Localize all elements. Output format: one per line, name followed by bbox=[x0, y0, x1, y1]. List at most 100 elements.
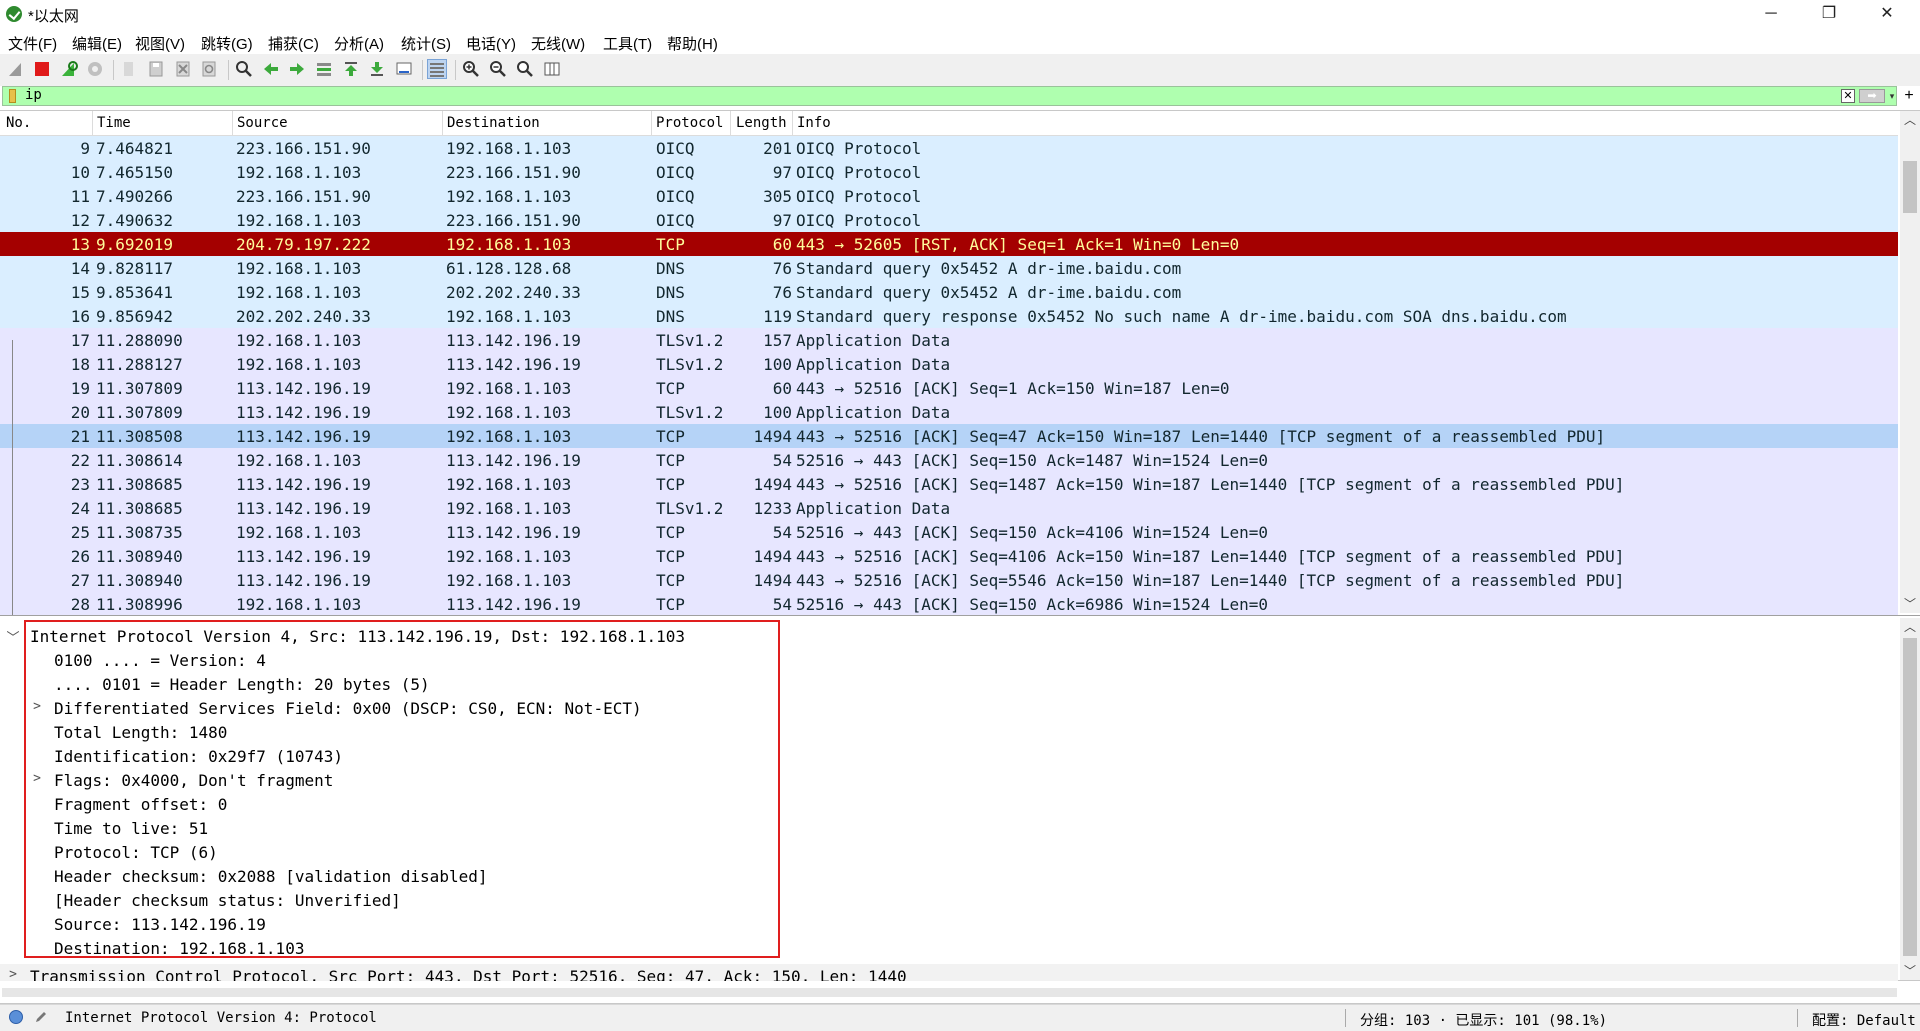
close-button[interactable]: ✕ bbox=[1858, 0, 1916, 28]
go-forward-icon[interactable] bbox=[288, 60, 306, 78]
detail-row[interactable]: ﹀ Internet Protocol Version 4, Src: 113.1… bbox=[0, 624, 1898, 648]
packet-row[interactable]: 25 11.308735 192.168.1.103 113.142.196.19 TC… bbox=[0, 520, 1898, 544]
menu-telephony[interactable]: 电话(Y) bbox=[466, 33, 516, 54]
open-file-icon[interactable] bbox=[120, 60, 138, 78]
collapse-arrow-icon[interactable]: ﹀ bbox=[6, 627, 20, 646]
detail-text: Time to live: 51 bbox=[54, 819, 209, 838]
packet-row[interactable]: 21 11.308508 113.142.196.19 192.168.1.103 TC… bbox=[0, 424, 1898, 448]
menu-go[interactable]: 跳转(G) bbox=[201, 33, 253, 54]
packet-row[interactable]: 24 11.308685 113.142.196.19 192.168.1.103 TL… bbox=[0, 496, 1898, 520]
scroll-thumb[interactable] bbox=[1903, 638, 1917, 956]
expand-arrow-icon[interactable]: > bbox=[30, 771, 44, 786]
column-length[interactable]: Length bbox=[736, 115, 787, 135]
packet-row[interactable]: 28 11.308996 192.168.1.103 113.142.196.19 TC… bbox=[0, 592, 1898, 615]
shark-fin-start-icon[interactable] bbox=[7, 60, 25, 78]
column-no[interactable]: No. bbox=[6, 115, 31, 135]
detail-row[interactable]: Total Length: 1480 bbox=[0, 720, 1898, 744]
go-last-icon[interactable] bbox=[368, 60, 386, 78]
detail-row[interactable]: Fragment offset: 0 bbox=[0, 792, 1898, 816]
add-filter-button[interactable]: + bbox=[1900, 86, 1918, 106]
detail-row[interactable]: Header checksum: 0x2088 [validation disa… bbox=[0, 864, 1898, 888]
packet-row[interactable]: 15 9.853641 192.168.1.103 202.202.240.33 DNS… bbox=[0, 280, 1898, 304]
column-protocol[interactable]: Protocol bbox=[656, 115, 723, 135]
minimize-button[interactable]: ─ bbox=[1742, 0, 1800, 28]
status-profile[interactable]: 配置: Default bbox=[1812, 1010, 1916, 1030]
packet-row[interactable]: 23 11.308685 113.142.196.19 192.168.1.103 TC… bbox=[0, 472, 1898, 496]
packet-row[interactable]: 10 7.465150 192.168.1.103 223.166.151.90 OIC… bbox=[0, 160, 1898, 184]
apply-filter-icon[interactable]: ➡ bbox=[1859, 89, 1885, 103]
column-info[interactable]: Info bbox=[797, 115, 831, 135]
details-scrollbar[interactable]: ︿ ﹀ bbox=[1900, 618, 1920, 980]
packet-row[interactable]: 19 11.307809 113.142.196.19 192.168.1.103 TC… bbox=[0, 376, 1898, 400]
detail-row[interactable]: Destination: 192.168.1.103 bbox=[0, 936, 1898, 960]
detail-row[interactable]: [Header checksum status: Unverified] bbox=[0, 888, 1898, 912]
restart-capture-icon[interactable] bbox=[60, 60, 78, 78]
packet-row[interactable]: 9 7.464821 223.166.151.90 192.168.1.103 OICQ… bbox=[0, 136, 1898, 160]
expand-arrow-icon[interactable]: > bbox=[6, 967, 20, 982]
packet-row[interactable]: 18 11.288127 192.168.1.103 113.142.196.19 TL… bbox=[0, 352, 1898, 376]
detail-row[interactable]: Identification: 0x29f7 (10743) bbox=[0, 744, 1898, 768]
go-first-icon[interactable] bbox=[342, 60, 360, 78]
reload-file-icon[interactable] bbox=[200, 60, 218, 78]
go-to-packet-icon[interactable] bbox=[315, 60, 333, 78]
resize-columns-icon[interactable] bbox=[543, 60, 561, 78]
edit-comment-icon[interactable] bbox=[34, 1010, 48, 1024]
column-time[interactable]: Time bbox=[97, 115, 131, 135]
detail-row[interactable]: Source: 113.142.196.19 bbox=[0, 912, 1898, 936]
auto-scroll-icon[interactable] bbox=[395, 60, 413, 78]
packet-row[interactable]: 11 7.490266 223.166.151.90 192.168.1.103 OIC… bbox=[0, 184, 1898, 208]
detail-row[interactable]: > Flags: 0x4000, Don't fragment bbox=[0, 768, 1898, 792]
filter-text[interactable]: ip bbox=[25, 87, 42, 103]
close-file-icon[interactable] bbox=[174, 60, 192, 78]
zoom-normal-icon[interactable] bbox=[516, 60, 534, 78]
menu-file[interactable]: 文件(F) bbox=[8, 33, 57, 54]
go-back-icon[interactable] bbox=[262, 60, 280, 78]
maximize-button[interactable]: ❐ bbox=[1800, 0, 1858, 28]
packet-row[interactable]: 13 9.692019 204.79.197.222 192.168.1.103 TCP… bbox=[0, 232, 1898, 256]
packet-row[interactable]: 26 11.308940 113.142.196.19 192.168.1.103 TC… bbox=[0, 544, 1898, 568]
column-destination[interactable]: Destination bbox=[447, 115, 540, 135]
menu-tools[interactable]: 工具(T) bbox=[603, 33, 652, 54]
stop-capture-icon[interactable] bbox=[33, 60, 51, 78]
detail-row[interactable]: Protocol: TCP (6) bbox=[0, 840, 1898, 864]
scroll-up-icon[interactable]: ︿ bbox=[1900, 618, 1920, 636]
scroll-up-icon[interactable]: ︿ bbox=[1900, 111, 1920, 129]
expert-info-icon[interactable] bbox=[9, 1010, 23, 1024]
menu-help[interactable]: 帮助(H) bbox=[667, 33, 718, 54]
bookmark-icon[interactable] bbox=[9, 89, 16, 103]
packet-row[interactable]: 22 11.308614 192.168.1.103 113.142.196.19 TC… bbox=[0, 448, 1898, 472]
packet-row[interactable]: 20 11.307809 113.142.196.19 192.168.1.103 TL… bbox=[0, 400, 1898, 424]
menu-edit[interactable]: 编辑(E) bbox=[72, 33, 122, 54]
detail-row[interactable]: Time to live: 51 bbox=[0, 816, 1898, 840]
packet-row[interactable]: 16 9.856942 202.202.240.33 192.168.1.103 DNS… bbox=[0, 304, 1898, 328]
menu-analyze[interactable]: 分析(A) bbox=[334, 33, 384, 54]
zoom-in-icon[interactable] bbox=[462, 60, 480, 78]
detail-row[interactable]: > Differentiated Services Field: 0x00 (DS… bbox=[0, 696, 1898, 720]
zoom-out-icon[interactable] bbox=[489, 60, 507, 78]
find-packet-icon[interactable] bbox=[235, 60, 253, 78]
capture-options-icon[interactable] bbox=[86, 60, 104, 78]
clear-filter-icon[interactable]: ✕ bbox=[1841, 89, 1855, 103]
packet-details: ﹀ Internet Protocol Version 4, Src: 113.1… bbox=[0, 618, 1920, 988]
scroll-thumb[interactable] bbox=[1903, 161, 1917, 213]
packet-row[interactable]: 27 11.308940 113.142.196.19 192.168.1.103 TC… bbox=[0, 568, 1898, 592]
menu-wireless[interactable]: 无线(W) bbox=[531, 33, 585, 54]
packet-row[interactable]: 17 11.288090 192.168.1.103 113.142.196.19 TL… bbox=[0, 328, 1898, 352]
save-file-icon[interactable] bbox=[147, 60, 165, 78]
menu-view[interactable]: 视图(V) bbox=[135, 33, 185, 54]
colorize-icon[interactable] bbox=[427, 59, 447, 79]
column-source[interactable]: Source bbox=[237, 115, 288, 135]
expand-arrow-icon[interactable]: > bbox=[30, 699, 44, 714]
menu-statistics[interactable]: 统计(S) bbox=[401, 33, 451, 54]
detail-row[interactable]: .... 0101 = Header Length: 20 bytes (5) bbox=[0, 672, 1898, 696]
packet-row[interactable]: 14 9.828117 192.168.1.103 61.128.128.68 DNS 7… bbox=[0, 256, 1898, 280]
packet-row[interactable]: 12 7.490632 192.168.1.103 223.166.151.90 OIC… bbox=[0, 208, 1898, 232]
scroll-down-icon[interactable]: ﹀ bbox=[1900, 962, 1920, 980]
packet-list-scrollbar[interactable]: ︿ ﹀ bbox=[1900, 111, 1920, 613]
horizontal-scrollbar[interactable] bbox=[2, 988, 1897, 997]
scroll-down-icon[interactable]: ﹀ bbox=[1900, 595, 1920, 613]
display-filter-input[interactable]: ip ✕ ➡ ▾ bbox=[2, 86, 1897, 106]
menu-capture[interactable]: 捕获(C) bbox=[268, 33, 319, 54]
detail-row[interactable]: 0100 .... = Version: 4 bbox=[0, 648, 1898, 672]
chevron-down-icon[interactable]: ▾ bbox=[1887, 89, 1897, 103]
